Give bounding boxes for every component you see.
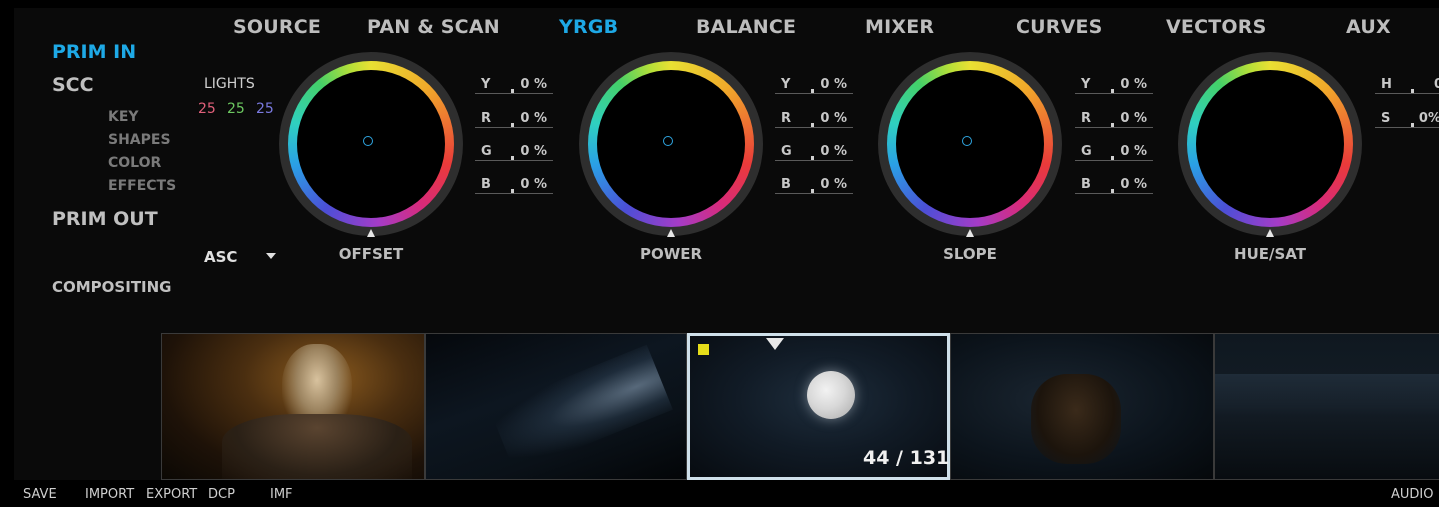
frame-counter: 44 / 131	[863, 447, 950, 469]
lights-red-value[interactable]: 25	[198, 101, 216, 117]
nav-prim-out[interactable]: PRIM OUT	[52, 208, 158, 230]
nav-shapes[interactable]: SHAPES	[108, 132, 171, 148]
tab-mixer[interactable]: MIXER	[865, 16, 934, 38]
timeline-thumbnail-4[interactable]	[950, 333, 1214, 480]
save-button[interactable]: SAVE	[23, 487, 57, 502]
slope-center-puck[interactable]	[962, 136, 972, 146]
nav-compositing[interactable]: COMPOSITING	[52, 278, 172, 296]
clip-flag-icon[interactable]	[698, 344, 709, 355]
hue-slider[interactable]: H0	[1375, 77, 1439, 94]
sat-slider[interactable]: S 0%	[1375, 111, 1439, 128]
power-label: POWER	[639, 245, 703, 263]
thumbnail-body	[222, 414, 412, 479]
slope-label: SLOPE	[943, 245, 997, 263]
nav-prim-in[interactable]: PRIM IN	[52, 41, 136, 63]
power-wheel[interactable]	[579, 52, 763, 236]
tab-source[interactable]: SOURCE	[233, 16, 321, 38]
hue-sat-color-ring	[1187, 61, 1353, 227]
asc-dropdown[interactable]: ASC	[204, 248, 237, 266]
nav-color[interactable]: COLOR	[108, 155, 161, 171]
power-center-puck[interactable]	[663, 136, 673, 146]
playhead-marker-icon[interactable]	[766, 338, 784, 350]
offset-slider-y[interactable]: Y0 %	[475, 77, 553, 94]
offset-marker-icon[interactable]	[367, 229, 375, 237]
nav-effects[interactable]: EFFECTS	[108, 178, 176, 194]
tab-curves[interactable]: CURVES	[1016, 16, 1103, 38]
timeline-thumbnail-5[interactable]	[1214, 333, 1439, 480]
thumbnail-light-beam	[489, 344, 673, 474]
lights-blue-value[interactable]: 25	[256, 101, 274, 117]
power-slider-g[interactable]: G0 %	[775, 144, 853, 161]
slope-marker-icon[interactable]	[966, 229, 974, 237]
offset-slider-r[interactable]: R0 %	[475, 111, 553, 128]
nav-key[interactable]: KEY	[108, 109, 139, 125]
export-button[interactable]: EXPORT	[146, 487, 197, 502]
slope-slider-g[interactable]: G0 %	[1075, 144, 1153, 161]
offset-center-puck[interactable]	[363, 136, 373, 146]
nav-scc[interactable]: SCC	[52, 74, 94, 96]
imf-button[interactable]: IMF	[270, 487, 293, 502]
tab-pan-scan[interactable]: PAN & SCAN	[367, 16, 500, 38]
slope-wheel[interactable]	[878, 52, 1062, 236]
power-slider-b[interactable]: B0 %	[775, 177, 853, 194]
power-marker-icon[interactable]	[667, 229, 675, 237]
power-slider-y[interactable]: Y0 %	[775, 77, 853, 94]
timeline-thumbnail-2[interactable]	[425, 333, 687, 480]
hue-sat-wheel[interactable]	[1178, 52, 1362, 236]
hue-sat-label: HUE/SAT	[1234, 245, 1306, 263]
hue-sat-marker-icon[interactable]	[1266, 229, 1274, 237]
offset-label: OFFSET	[338, 245, 404, 263]
thumbnail-buildings	[1215, 374, 1439, 414]
lights-green-value[interactable]: 25	[227, 101, 245, 117]
chevron-down-icon[interactable]	[266, 253, 276, 259]
color-grading-screen: SOURCE PAN & SCAN YRGB BALANCE MIXER CUR…	[0, 0, 1439, 507]
tab-aux[interactable]: AUX	[1346, 16, 1391, 38]
offset-slider-g[interactable]: G0 %	[475, 144, 553, 161]
thumbnail-creature	[1031, 374, 1121, 464]
audio-button[interactable]: AUDIO	[1391, 487, 1434, 502]
slope-slider-y[interactable]: Y0 %	[1075, 77, 1153, 94]
tab-balance[interactable]: BALANCE	[696, 16, 796, 38]
tab-yrgb[interactable]: YRGB	[559, 16, 618, 38]
offset-wheel[interactable]	[279, 52, 463, 236]
slope-slider-b[interactable]: B0 %	[1075, 177, 1153, 194]
dcp-button[interactable]: DCP	[208, 487, 235, 502]
lights-label: LIGHTS	[204, 76, 255, 92]
power-slider-r[interactable]: R0 %	[775, 111, 853, 128]
offset-slider-b[interactable]: B0 %	[475, 177, 553, 194]
import-button[interactable]: IMPORT	[85, 487, 134, 502]
timeline-thumbnail-1[interactable]	[161, 333, 425, 480]
tab-vectors[interactable]: VECTORS	[1166, 16, 1266, 38]
slope-slider-r[interactable]: R0 %	[1075, 111, 1153, 128]
thumbnail-moon	[807, 371, 855, 419]
